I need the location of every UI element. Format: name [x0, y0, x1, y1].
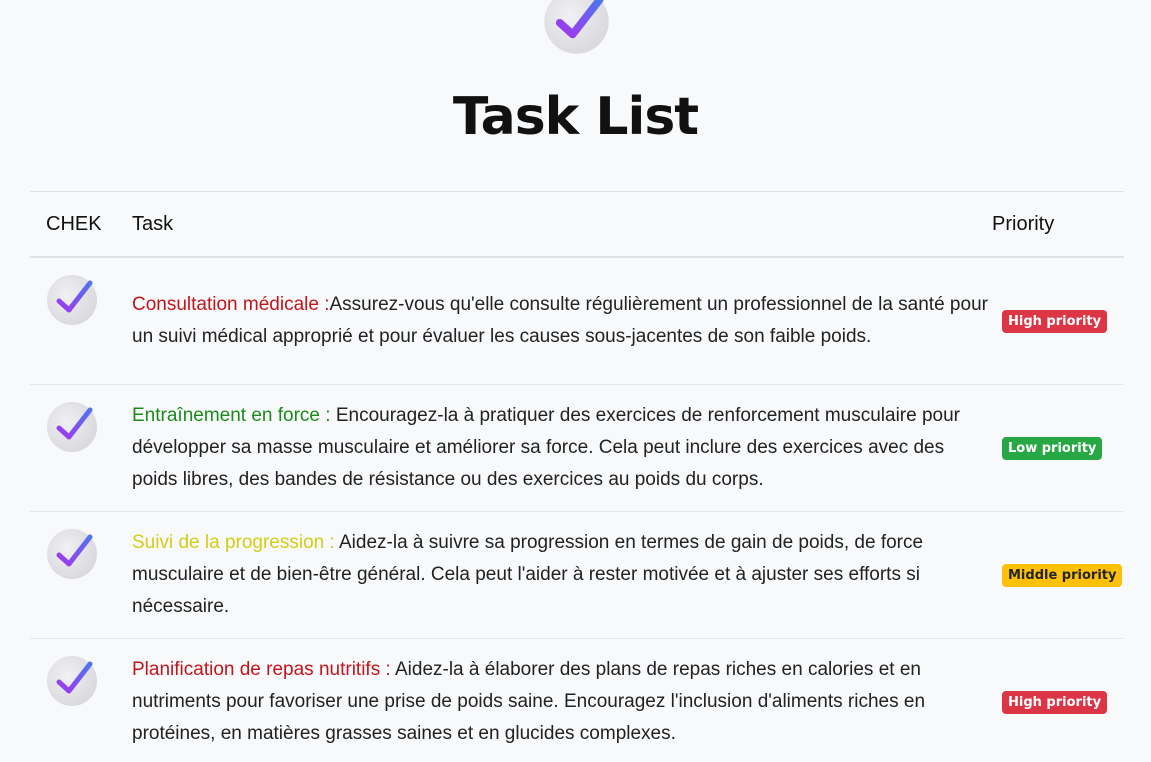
checkmark-icon[interactable]: [46, 274, 98, 326]
table-body: Consultation médicale :Assurez-vous qu'e…: [30, 258, 1124, 762]
checkmark-icon[interactable]: [46, 655, 98, 707]
task-table: CHEK Task Priority Consultation médicale…: [30, 191, 1124, 762]
priority-badge: High priority: [1002, 309, 1108, 333]
priority-cell: Middle priority: [1002, 563, 1124, 587]
priority-badge: Low priority: [1002, 436, 1103, 460]
priority-cell: Low priority: [1002, 436, 1124, 460]
logo-checkmark-icon: [543, 0, 610, 55]
task-title: Consultation médicale :: [132, 294, 330, 315]
table-row: Entraînement en force : Encouragez-la à …: [30, 385, 1124, 512]
task-description: Consultation médicale :Assurez-vous qu'e…: [132, 289, 1002, 353]
table-row: Suivi de la progression : Aidez-la à sui…: [30, 512, 1124, 639]
column-header-task: Task: [132, 212, 174, 235]
priority-cell: High priority: [1002, 690, 1124, 714]
row-check-cell: [30, 258, 132, 326]
page-title: Task List: [452, 87, 699, 147]
column-header-check: CHEK: [46, 212, 102, 235]
checkmark-icon[interactable]: [46, 401, 98, 453]
task-title: Entraînement en force :: [132, 405, 331, 426]
row-check-cell: [30, 385, 132, 453]
row-check-cell: [30, 512, 132, 580]
priority-cell: High priority: [1002, 309, 1124, 333]
table-row: Planification de repas nutritifs : Aidez…: [30, 639, 1124, 762]
checkmark-icon[interactable]: [46, 528, 98, 580]
table-row: Consultation médicale :Assurez-vous qu'e…: [30, 258, 1124, 385]
task-title: Planification de repas nutritifs :: [132, 659, 391, 680]
table-header: CHEK Task Priority: [30, 192, 1124, 258]
task-title: Suivi de la progression :: [132, 532, 335, 553]
task-description: Planification de repas nutritifs : Aidez…: [132, 654, 1002, 750]
priority-badge: High priority: [1002, 690, 1108, 714]
task-description: Entraînement en force : Encouragez-la à …: [132, 400, 1002, 496]
column-header-priority: Priority: [992, 212, 1055, 235]
task-description: Suivi de la progression : Aidez-la à sui…: [132, 527, 1002, 623]
priority-badge: Middle priority: [1002, 563, 1123, 587]
row-check-cell: [30, 639, 132, 707]
